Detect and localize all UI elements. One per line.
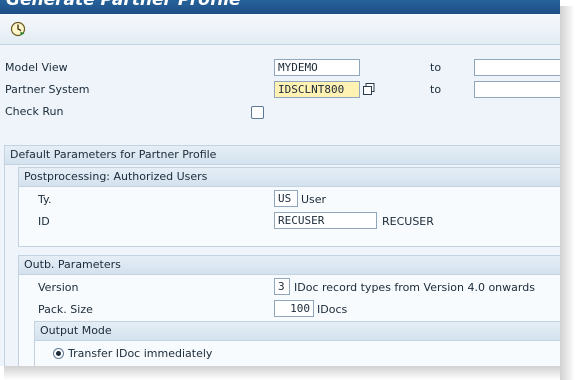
transfer-immediately-radio[interactable] xyxy=(53,348,64,359)
partner-system-label: Partner System xyxy=(5,83,90,96)
outbound-parameters-header: Outb. Parameters xyxy=(19,256,560,275)
default-parameters-header: Default Parameters for Partner Profile xyxy=(5,146,560,165)
application-toolbar xyxy=(0,14,560,45)
transfer-immediately-label: Transfer IDoc immediately xyxy=(68,347,213,360)
version-input[interactable]: 3 xyxy=(274,278,290,295)
window-title: Generate Partner Profile xyxy=(6,0,241,10)
check-run-checkbox[interactable] xyxy=(251,106,264,119)
type-description: User xyxy=(301,193,327,206)
id-input[interactable]: RECUSER xyxy=(274,212,377,229)
postprocessing-header: Postprocessing: Authorized Users xyxy=(19,168,560,187)
check-run-label: Check Run xyxy=(5,105,64,118)
window-shadow-right xyxy=(560,6,575,380)
id-description: RECUSER xyxy=(382,215,434,228)
model-view-to-label: to xyxy=(430,61,442,74)
model-view-label: Model View xyxy=(5,61,68,74)
model-view-input[interactable]: MYDEMO xyxy=(274,59,360,76)
partner-system-to-label: to xyxy=(430,83,442,96)
type-label: Ty. xyxy=(38,193,52,206)
pack-size-input[interactable]: 100 xyxy=(274,300,314,317)
multiple-selection-icon[interactable] xyxy=(362,82,376,96)
window-shadow-bottom xyxy=(4,366,560,380)
output-mode-header: Output Mode xyxy=(35,322,560,341)
version-description: IDoc record types from Version 4.0 onwar… xyxy=(294,281,535,294)
partner-system-input[interactable]: IDSCLNT800 xyxy=(274,81,360,98)
postprocessing-title: Postprocessing: Authorized Users xyxy=(24,170,208,183)
version-label: Version xyxy=(38,281,79,294)
output-mode-title: Output Mode xyxy=(40,324,112,337)
type-input[interactable]: US xyxy=(274,190,298,207)
model-view-to-input[interactable] xyxy=(474,59,560,76)
title-bar: Generate Partner Profile xyxy=(0,0,560,14)
id-label: ID xyxy=(38,215,50,228)
sap-window: Generate Partner Profile Model View MYDE… xyxy=(0,0,560,366)
pack-size-description: IDocs xyxy=(317,303,348,316)
postprocessing-group: Postprocessing: Authorized Users xyxy=(18,167,560,247)
outbound-parameters-title: Outb. Parameters xyxy=(24,258,121,271)
execute-clock-icon[interactable] xyxy=(10,21,26,37)
partner-system-to-input[interactable] xyxy=(474,81,560,98)
pack-size-label: Pack. Size xyxy=(38,303,93,316)
default-parameters-title: Default Parameters for Partner Profile xyxy=(10,148,217,161)
